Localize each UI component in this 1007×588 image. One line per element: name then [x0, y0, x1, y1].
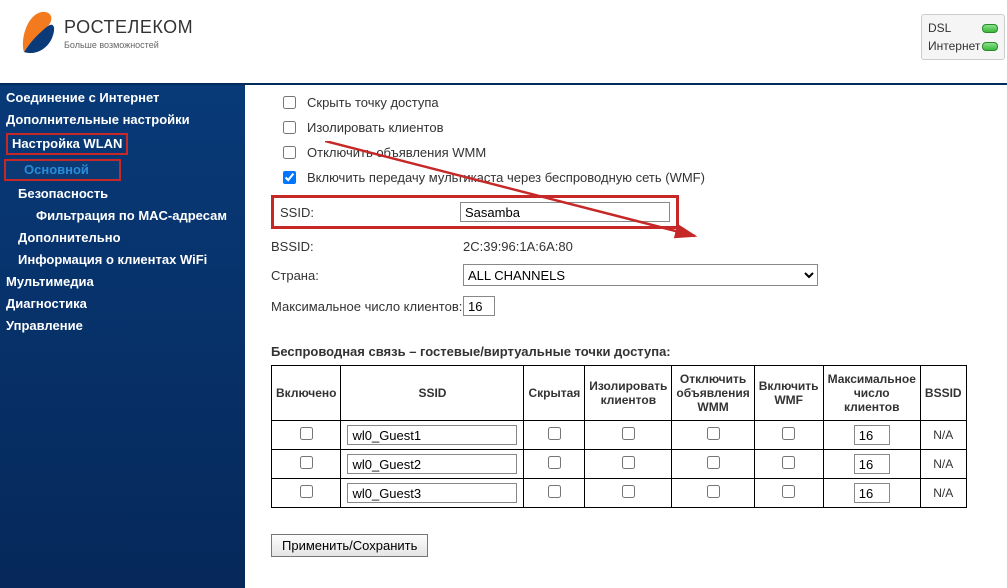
sidebar-item-wlan-advanced[interactable]: Дополнительно	[0, 227, 245, 249]
internet-status-label: Интернет	[928, 39, 980, 53]
guest0-enabled-checkbox[interactable]	[300, 427, 313, 440]
guest2-wmm-checkbox[interactable]	[707, 485, 720, 498]
th-max: Максимальное число клиентов	[823, 366, 920, 421]
sidebar-item-multimedia[interactable]: Мультимедиа	[0, 271, 245, 293]
dsl-status-label: DSL	[928, 21, 951, 35]
guest0-bssid: N/A	[920, 421, 966, 450]
th-bssid: BSSID	[920, 366, 966, 421]
main-content: Скрыть точку доступа Изолировать клиенто…	[245, 85, 1007, 588]
guest1-hidden-checkbox[interactable]	[548, 456, 561, 469]
rostelecom-logo-icon	[18, 8, 56, 58]
th-wmf: Включить WMF	[754, 366, 823, 421]
guest2-isolate-checkbox[interactable]	[622, 485, 635, 498]
logo-title: РОСТЕЛЕКОМ	[64, 17, 193, 38]
ssid-label: SSID:	[280, 205, 460, 220]
bssid-label: BSSID:	[271, 239, 463, 254]
dsl-led-icon	[982, 24, 998, 33]
sidebar-item-diagnostics[interactable]: Диагностика	[0, 293, 245, 315]
guest1-isolate-checkbox[interactable]	[622, 456, 635, 469]
table-row: N/A	[272, 479, 967, 508]
sidebar-item-wlan-clients[interactable]: Информация о клиентах WiFi	[0, 249, 245, 271]
guest0-isolate-checkbox[interactable]	[622, 427, 635, 440]
maxclients-label: Максимальное число клиентов:	[271, 299, 463, 314]
guest-section-title: Беспроводная связь – гостевые/виртуальны…	[271, 344, 999, 359]
guest2-max-input[interactable]	[854, 483, 890, 503]
internet-led-icon	[982, 42, 998, 51]
guest1-wmm-checkbox[interactable]	[707, 456, 720, 469]
isolate-clients-label: Изолировать клиентов	[307, 120, 444, 135]
sidebar-item-wlan-macfilter[interactable]: Фильтрация по MAC-адресам	[0, 205, 245, 227]
guest2-bssid: N/A	[920, 479, 966, 508]
hide-ap-checkbox[interactable]	[283, 96, 296, 109]
guest1-ssid-input[interactable]	[347, 454, 517, 474]
hide-ap-label: Скрыть точку доступа	[307, 95, 439, 110]
logo-subtitle: Больше возможностей	[64, 40, 193, 50]
th-wmm: Отключить объявления WMM	[672, 366, 754, 421]
sidebar-nav: Соединение с Интернет Дополнительные нас…	[0, 85, 245, 588]
maxclients-input[interactable]	[463, 296, 495, 316]
table-row: N/A	[272, 421, 967, 450]
th-isolate: Изолировать клиентов	[585, 366, 672, 421]
guest1-bssid: N/A	[920, 450, 966, 479]
guest2-enabled-checkbox[interactable]	[300, 485, 313, 498]
apply-save-button[interactable]: Применить/Сохранить	[271, 534, 428, 557]
bssid-value: 2C:39:96:1A:6A:80	[463, 239, 573, 254]
connection-status-panel: DSL Интернет	[921, 14, 1005, 60]
sidebar-item-management[interactable]: Управление	[0, 315, 245, 337]
wmm-disable-label: Отключить объявления WMM	[307, 145, 486, 160]
sidebar-item-internet[interactable]: Соединение с Интернет	[0, 87, 245, 109]
logo: РОСТЕЛЕКОМ Больше возможностей	[18, 8, 193, 58]
guest1-wmf-checkbox[interactable]	[782, 456, 795, 469]
guest0-max-input[interactable]	[854, 425, 890, 445]
guest0-wmm-checkbox[interactable]	[707, 427, 720, 440]
wmm-disable-checkbox[interactable]	[283, 146, 296, 159]
th-ssid: SSID	[341, 366, 524, 421]
sidebar-item-wlan-security[interactable]: Безопасность	[0, 183, 245, 205]
sidebar-item-wlan[interactable]: Настройка WLAN	[0, 131, 245, 157]
guest2-hidden-checkbox[interactable]	[548, 485, 561, 498]
th-hidden: Скрытая	[524, 366, 585, 421]
guest2-wmf-checkbox[interactable]	[782, 485, 795, 498]
guest-ap-table: Включено SSID Скрытая Изолировать клиент…	[271, 365, 967, 508]
sidebar-item-advanced[interactable]: Дополнительные настройки	[0, 109, 245, 131]
guest1-enabled-checkbox[interactable]	[300, 456, 313, 469]
isolate-clients-checkbox[interactable]	[283, 121, 296, 134]
guest0-hidden-checkbox[interactable]	[548, 427, 561, 440]
wmf-enable-label: Включить передачу мультикаста через бесп…	[307, 170, 705, 185]
guest0-ssid-input[interactable]	[347, 425, 517, 445]
guest2-ssid-input[interactable]	[347, 483, 517, 503]
wmf-enable-checkbox[interactable]	[283, 171, 296, 184]
header: РОСТЕЛЕКОМ Больше возможностей DSL Интер…	[0, 0, 1007, 85]
sidebar-item-wlan-basic[interactable]: Основной	[0, 157, 245, 183]
country-select[interactable]: ALL CHANNELS	[463, 264, 818, 286]
th-enabled: Включено	[272, 366, 341, 421]
ssid-input[interactable]	[460, 202, 670, 222]
table-row: N/A	[272, 450, 967, 479]
ssid-highlight-box: SSID:	[271, 195, 679, 229]
country-label: Страна:	[271, 268, 463, 283]
guest0-wmf-checkbox[interactable]	[782, 427, 795, 440]
guest1-max-input[interactable]	[854, 454, 890, 474]
